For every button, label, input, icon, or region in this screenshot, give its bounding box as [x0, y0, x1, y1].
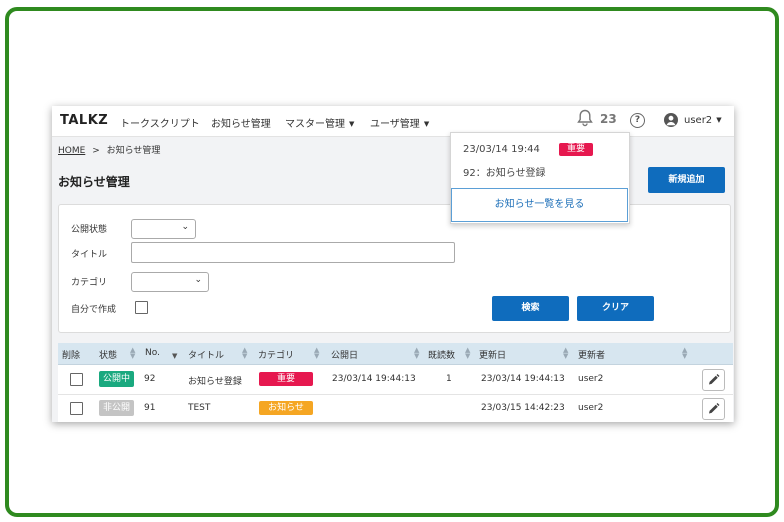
table-row: 公開中 92 お知らせ登録 重要 23/03/14 19:44:13 1 23/… — [58, 365, 733, 395]
chevron-down-icon: ⌄ — [194, 275, 202, 285]
nav-item-master-management[interactable]: マスター管理 ▼ — [285, 115, 354, 130]
col-reads[interactable]: 既読数 — [428, 348, 455, 361]
col-published[interactable]: 公開日 — [331, 348, 358, 361]
nav-item-talk-script[interactable]: トークスクリプト — [120, 115, 200, 130]
app-window: TALKZ トークスクリプト お知らせ管理 マスター管理 ▼ ユーザ管理 ▼ 23 … — [52, 106, 734, 422]
notification-count: 23 — [600, 112, 617, 126]
mine-checkbox[interactable] — [135, 301, 148, 314]
sort-icon[interactable]: ▲ ▼ — [465, 347, 470, 360]
page-title: お知らせ管理 — [58, 175, 130, 189]
caret-down-icon: ▼ — [349, 120, 355, 128]
status-badge: 公開中 — [99, 371, 134, 387]
user-menu[interactable]: user2 ▼ — [684, 115, 722, 126]
chevron-down-icon: ⌄ — [181, 222, 189, 232]
sort-icon[interactable]: ▲ ▼ — [314, 347, 319, 360]
notification-date: 23/03/14 19:44 — [463, 144, 540, 155]
app-logo: TALKZ — [60, 113, 109, 128]
notification-badge: 重要 — [559, 143, 593, 156]
breadcrumb-home-link[interactable]: HOME — [58, 146, 85, 156]
row-updater: user2 — [578, 403, 604, 413]
col-updated[interactable]: 更新日 — [479, 348, 506, 361]
sort-desc-icon[interactable]: ▼ — [172, 347, 177, 360]
row-updated: 23/03/14 19:44:13 — [481, 374, 565, 384]
caret-down-icon: ▼ — [423, 120, 430, 128]
top-nav-bar: TALKZ トークスクリプト お知らせ管理 マスター管理 ▼ ユーザ管理 ▼ 23 … — [52, 106, 734, 137]
title-input[interactable] — [131, 242, 455, 263]
notice-table: 削除 状態 ▲ ▼ No. ▼ タイトル ▲ ▼ カテゴリ ▲ ▼ 公開日 ▲ ▼ 既読… — [58, 343, 733, 422]
breadcrumb-current: お知らせ管理 — [106, 146, 161, 156]
row-title: TEST — [188, 403, 211, 413]
breadcrumb: HOME > お知らせ管理 — [58, 143, 160, 156]
col-no[interactable]: No. — [145, 348, 160, 358]
category-badge: お知らせ — [259, 401, 313, 415]
sort-icon[interactable]: ▲ ▼ — [414, 347, 419, 360]
user-name: user2 — [684, 115, 713, 126]
row-delete-checkbox[interactable] — [70, 402, 83, 415]
col-title[interactable]: タイトル — [188, 348, 224, 361]
nav-item-user-management[interactable]: ユーザ管理 ▼ — [370, 115, 429, 130]
title-filter-label: タイトル — [71, 250, 108, 260]
status-badge: 非公開 — [99, 400, 134, 416]
clear-button[interactable]: クリア — [577, 296, 654, 321]
search-panel: 公開状態 ⌄ タイトル カテゴリ ⌄ 自分で作成 検索 クリア — [58, 204, 731, 333]
notification-message[interactable]: 92：お知らせ登録 — [463, 164, 546, 179]
row-title: お知らせ登録 — [188, 377, 242, 387]
mine-filter-label: 自分で作成 — [71, 305, 117, 315]
sort-icon[interactable]: ▲ ▼ — [130, 347, 135, 360]
category-select[interactable]: ⌄ — [131, 272, 209, 292]
col-status[interactable]: 状態 — [99, 348, 117, 361]
nav-item-notice-management[interactable]: お知らせ管理 — [211, 115, 271, 130]
pencil-icon — [709, 374, 720, 385]
breadcrumb-separator: > — [92, 146, 100, 156]
col-category[interactable]: カテゴリ — [258, 348, 294, 361]
table-row: 非公開 91 TEST お知らせ 23/03/15 14:42:23 user2 — [58, 394, 733, 422]
sort-icon[interactable]: ▲ ▼ — [563, 347, 568, 360]
sort-icon[interactable]: ▲ ▼ — [682, 347, 687, 360]
sort-icon[interactable]: ▲ ▼ — [242, 347, 247, 360]
row-no: 92 — [144, 374, 156, 384]
add-new-button[interactable]: 新規追加 — [648, 167, 725, 193]
caret-down-icon: ▼ — [716, 116, 722, 124]
edit-button[interactable] — [702, 398, 725, 420]
col-delete: 削除 — [62, 351, 81, 361]
category-filter-label: カテゴリ — [71, 278, 108, 288]
row-delete-checkbox[interactable] — [70, 373, 83, 386]
col-updater[interactable]: 更新者 — [578, 348, 605, 361]
search-button[interactable]: 検索 — [492, 296, 569, 321]
pencil-icon — [709, 403, 720, 414]
status-select[interactable]: ⌄ — [131, 219, 196, 239]
help-icon[interactable]: ? — [630, 113, 645, 128]
bell-icon[interactable] — [577, 109, 593, 130]
edit-button[interactable] — [702, 369, 725, 391]
notification-dropdown: 23/03/14 19:44 重要 92：お知らせ登録 お知らせ一覧を見る — [450, 132, 630, 224]
row-no: 91 — [144, 403, 156, 413]
row-published: 23/03/14 19:44:13 — [332, 374, 416, 384]
row-updated: 23/03/15 14:42:23 — [481, 403, 565, 413]
row-reads: 1 — [446, 374, 452, 384]
row-updater: user2 — [578, 374, 604, 384]
user-avatar-icon[interactable] — [664, 113, 678, 127]
table-header: 削除 状態 ▲ ▼ No. ▼ タイトル ▲ ▼ カテゴリ ▲ ▼ 公開日 ▲ ▼ 既読… — [58, 343, 733, 365]
view-all-notices-button[interactable]: お知らせ一覧を見る — [451, 188, 628, 222]
category-badge: 重要 — [259, 372, 313, 386]
nav-item-label: マスター管理 — [285, 119, 345, 130]
status-filter-label: 公開状態 — [71, 225, 108, 235]
nav-item-label: ユーザ管理 — [370, 119, 420, 130]
